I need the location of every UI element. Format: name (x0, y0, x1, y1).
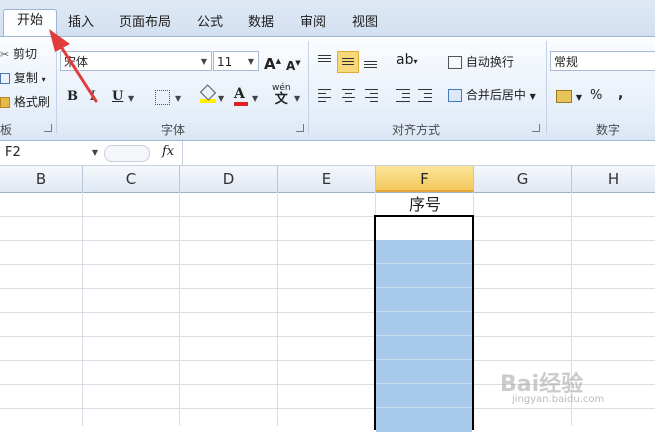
watermark-url: jingyan.baidu.com (512, 394, 605, 405)
annotation-arrow-icon (49, 29, 98, 103)
